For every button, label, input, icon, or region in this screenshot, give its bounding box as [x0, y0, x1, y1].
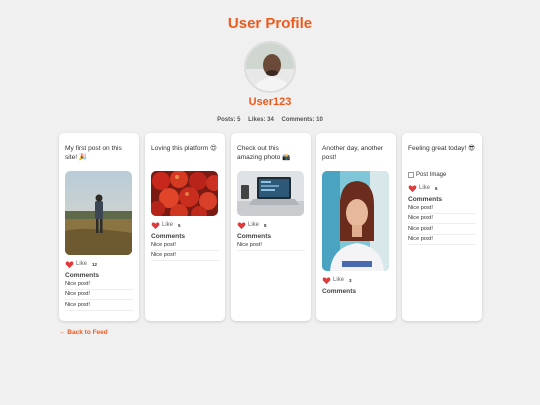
comments-heading: Comments: [408, 196, 443, 203]
post-image: [237, 171, 304, 216]
post-card: My first post on this site! 🎉 Like 12 Co…: [59, 133, 139, 321]
post-card: Loving this platform 😍 Like 5 Comments N…: [145, 133, 225, 321]
heart-icon: [151, 221, 160, 229]
back-to-feed-link[interactable]: ← Back to Feed: [59, 329, 108, 336]
post-image: [65, 171, 132, 255]
post-card: Another day, another post! Like 3 Commen…: [316, 133, 396, 321]
post-image: [322, 171, 389, 271]
comments-heading: Comments: [237, 233, 272, 240]
comment-item: Nice post!: [65, 290, 133, 300]
post-caption: Feeling great today! 😎: [408, 145, 475, 152]
post-card: Check out this amazing photo 📸 Like 8 Co…: [231, 133, 311, 321]
post-caption: Loving this platform 😍: [151, 145, 217, 152]
comment-item: Nice post!: [65, 300, 133, 311]
like-button[interactable]: Like 3: [322, 275, 390, 285]
post-image: Post Image: [408, 170, 476, 179]
comments-heading: Comments: [322, 288, 357, 295]
image-alt-text: Post Image: [416, 171, 447, 178]
comment-item: Nice post!: [408, 235, 476, 245]
post-image: [151, 171, 218, 216]
heart-icon: [237, 221, 246, 229]
like-count: 12: [92, 261, 98, 267]
broken-image-icon: [408, 171, 414, 178]
comment-item: Nice post!: [408, 203, 476, 214]
like-count: 5: [178, 222, 181, 228]
comment-item: Nice post!: [151, 240, 219, 251]
comment-item: Nice post!: [408, 214, 476, 224]
post-card: Feeling great today! 😎 Post Image Like 6…: [402, 133, 482, 321]
like-count: 8: [264, 222, 267, 228]
username: User123: [248, 96, 292, 108]
page-title: User Profile: [227, 15, 313, 32]
like-count: 6: [435, 185, 438, 191]
like-button[interactable]: Like 8: [237, 220, 305, 230]
comments-stat: Comments: 10: [281, 117, 323, 123]
avatar: [244, 41, 296, 93]
likes-stat: Likes: 34: [248, 117, 274, 123]
posts-stat: Posts: 5: [217, 117, 241, 123]
like-label: Like: [162, 222, 174, 228]
like-label: Like: [248, 222, 260, 228]
like-button[interactable]: Like 6: [408, 183, 476, 193]
heart-icon: [408, 184, 417, 192]
like-button[interactable]: Like 12: [65, 259, 133, 269]
post-caption: My first post on this site! 🎉: [65, 145, 122, 161]
comment-item: Nice post!: [151, 251, 219, 261]
heart-icon: [322, 276, 331, 284]
like-label: Like: [419, 185, 431, 191]
like-count: 3: [349, 277, 352, 283]
comment-item: Nice post!: [65, 279, 133, 290]
comments-heading: Comments: [151, 233, 186, 240]
post-caption: Check out this amazing photo 📸: [237, 145, 291, 161]
profile-stats: Posts: 5 Likes: 34 Comments: 10: [0, 117, 540, 123]
heart-icon: [65, 260, 74, 268]
like-label: Like: [76, 261, 88, 267]
comment-item: Nice post!: [408, 224, 476, 235]
post-caption: Another day, another post!: [322, 145, 384, 161]
like-label: Like: [333, 277, 345, 283]
comment-item: Nice post!: [237, 240, 305, 251]
like-button[interactable]: Like 5: [151, 220, 219, 230]
comments-heading: Comments: [65, 272, 100, 279]
